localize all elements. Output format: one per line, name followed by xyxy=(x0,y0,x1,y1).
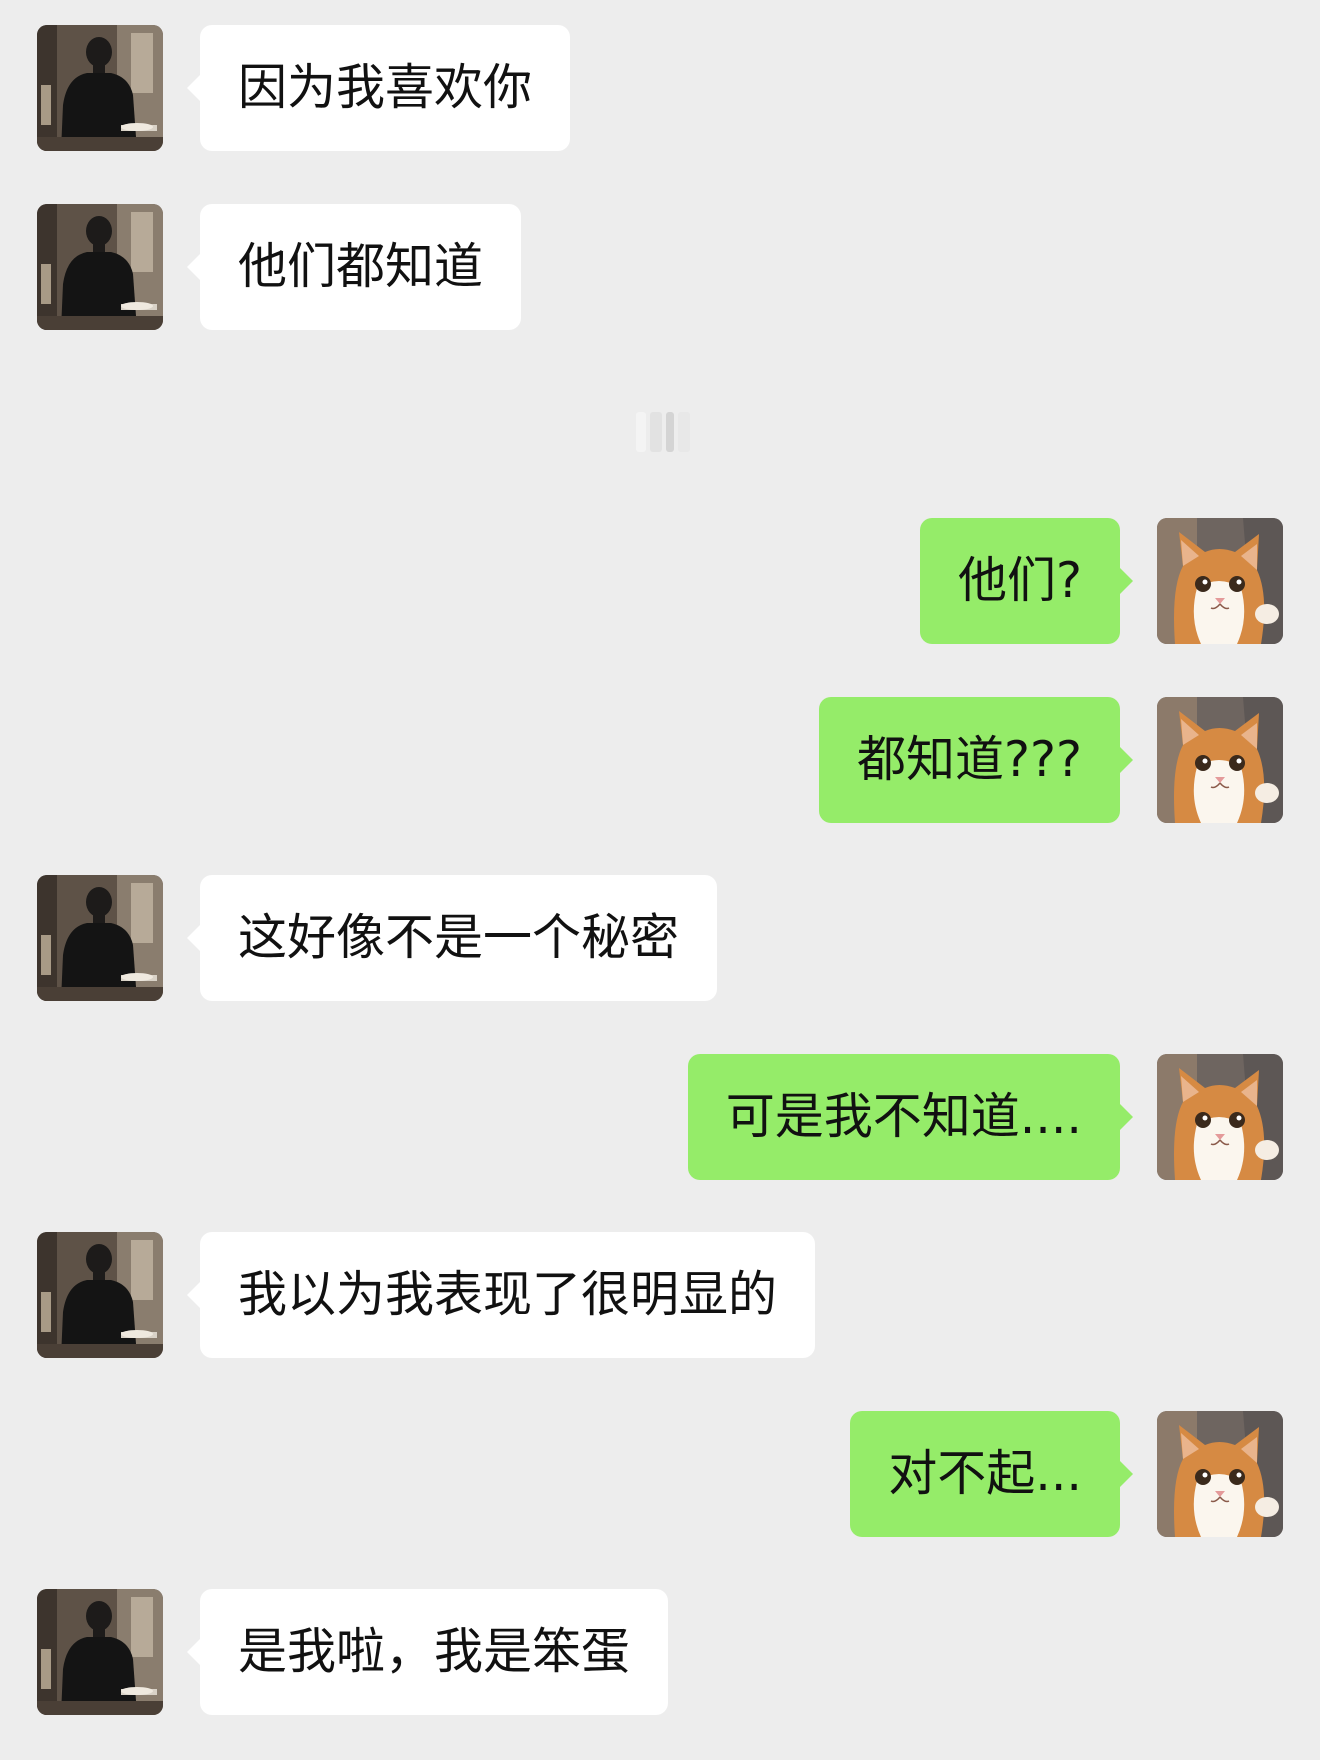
message-bubble-incoming[interactable]: 我以为我表现了很明显的 xyxy=(186,1232,816,1358)
message-row: 是我啦，我是笨蛋 xyxy=(0,1589,1320,1715)
self-avatar[interactable] xyxy=(1157,1054,1283,1180)
self-avatar[interactable] xyxy=(1157,518,1283,644)
message-bubble-outgoing[interactable]: 对不起... xyxy=(850,1411,1133,1537)
message-bubble-incoming[interactable]: 这好像不是一个秘密 xyxy=(186,875,718,1001)
message-bubble-incoming[interactable]: 他们都知道 xyxy=(186,204,522,330)
message-row: 他们? xyxy=(0,518,1320,644)
chat-area: 因为我喜欢你 他们都知道 他们? 都知道??? 这好像不是一个秘密 可是我不知道… xyxy=(0,0,1320,1760)
message-bubble-outgoing[interactable]: 他们? xyxy=(919,518,1134,644)
message-row: 因为我喜欢你 xyxy=(0,25,1320,151)
contact-avatar[interactable] xyxy=(37,1232,163,1358)
message-row: 都知道??? xyxy=(0,697,1320,823)
message-row: 对不起... xyxy=(0,1411,1320,1537)
message-row: 我以为我表现了很明显的 xyxy=(0,1232,1320,1358)
message-row: 可是我不知道.... xyxy=(0,1054,1320,1180)
message-bubble-outgoing[interactable]: 都知道??? xyxy=(818,697,1134,823)
redacted-mark xyxy=(636,412,706,452)
contact-avatar[interactable] xyxy=(37,25,163,151)
message-bubble-outgoing[interactable]: 可是我不知道.... xyxy=(687,1054,1134,1180)
message-bubble-incoming[interactable]: 因为我喜欢你 xyxy=(186,25,571,151)
message-row: 这好像不是一个秘密 xyxy=(0,875,1320,1001)
contact-avatar[interactable] xyxy=(37,875,163,1001)
message-row: 他们都知道 xyxy=(0,204,1320,330)
contact-avatar[interactable] xyxy=(37,204,163,330)
self-avatar[interactable] xyxy=(1157,1411,1283,1537)
message-bubble-incoming[interactable]: 是我啦，我是笨蛋 xyxy=(186,1589,669,1715)
contact-avatar[interactable] xyxy=(37,1589,163,1715)
self-avatar[interactable] xyxy=(1157,697,1283,823)
